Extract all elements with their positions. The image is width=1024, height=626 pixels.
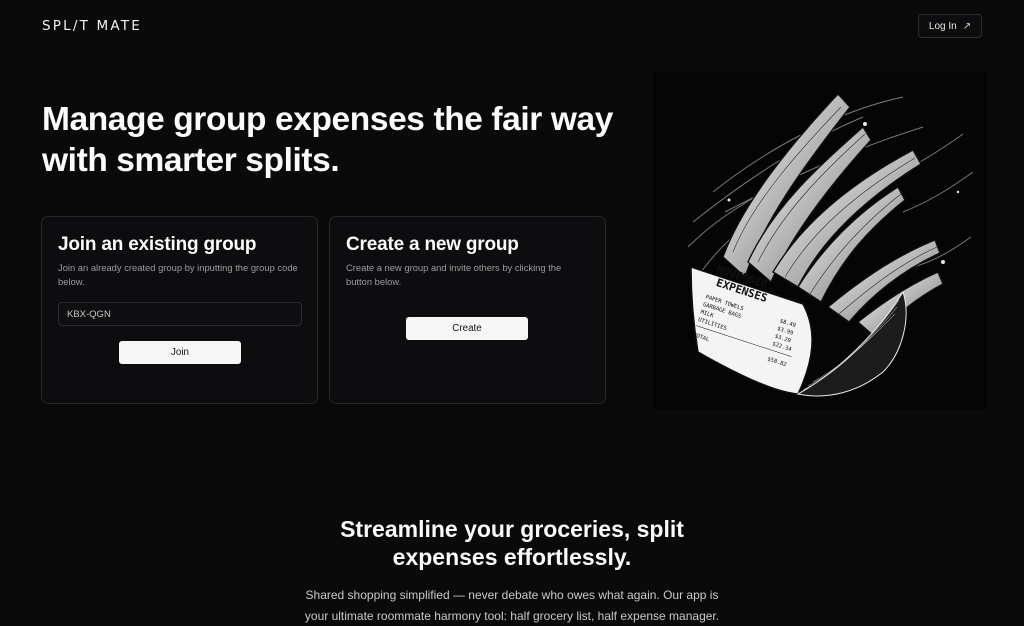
group-code-value: KBX-QGN (67, 308, 111, 320)
features-text: Shared shopping simplified — never debat… (242, 585, 782, 626)
group-code-input[interactable]: KBX-QGN (58, 302, 302, 326)
receipt-illustration-svg: NOVEMBER EXPENSES PAPER TOWELS $8.49 GAR… (653, 72, 987, 409)
features-title: Streamline your groceries, split expense… (212, 515, 812, 571)
join-group-title: Join an existing group (58, 234, 257, 255)
login-label: Log In (928, 20, 957, 32)
hero-title-line2: with smarter splits. (42, 142, 340, 179)
logo[interactable]: SPL/T MATE (42, 18, 142, 34)
create-button-label: Create (452, 323, 482, 334)
create-group-title: Create a new group (346, 234, 519, 255)
receipt-illustration: NOVEMBER EXPENSES PAPER TOWELS $8.49 GAR… (653, 72, 987, 409)
hero-title-line1: Manage group expenses the fair way (42, 101, 613, 138)
join-group-card: Join an existing group Join an already c… (41, 216, 318, 404)
join-button-label: Join (171, 347, 189, 358)
features-title-line1: Streamline your groceries, split (340, 516, 684, 542)
login-button[interactable]: Log In ↗ (918, 14, 982, 38)
arrow-up-right-icon: ↗ (962, 20, 972, 32)
join-group-description: Join an already created group by inputti… (58, 262, 298, 287)
features-text-line1: Shared shopping simplified — never debat… (305, 588, 719, 602)
hero-title: Manage group expenses the fair way with … (42, 99, 642, 181)
features-text-line2: your ultimate roommate harmony tool: hal… (304, 609, 720, 623)
create-group-card: Create a new group Create a new group an… (329, 216, 606, 404)
features-title-line2: expenses effortlessly. (392, 544, 632, 570)
create-button[interactable]: Create (406, 317, 528, 340)
create-group-description: Create a new group and invite others by … (346, 262, 562, 287)
join-button[interactable]: Join (119, 341, 241, 364)
